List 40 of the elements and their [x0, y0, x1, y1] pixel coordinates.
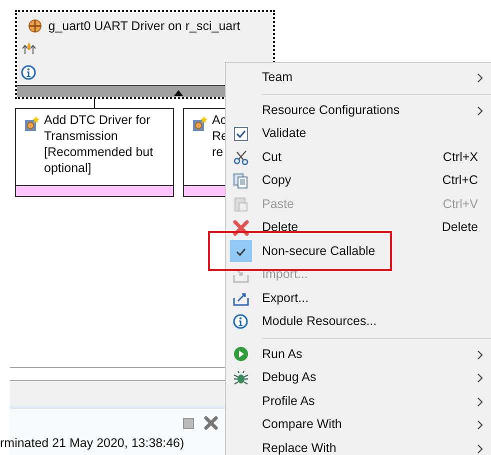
menu-item[interactable]: Validate: [226, 122, 491, 146]
menu-item[interactable]: Copy Ctrl+C: [226, 169, 491, 192]
delete-icon: [233, 220, 249, 236]
add-component-icon: [192, 116, 208, 132]
menu-item[interactable]: Module Resources...: [226, 310, 491, 334]
arrows-icon: [22, 40, 36, 55]
paste-icon: [233, 196, 249, 212]
close-icon: [204, 416, 218, 430]
checkmark-icon: [235, 246, 247, 257]
info-icon: [233, 314, 249, 330]
menu-item[interactable]: Export...: [226, 286, 491, 310]
info-icon: [21, 65, 36, 80]
module-title: g_uart0 UART Driver on r_sci_uart: [48, 18, 240, 35]
menu-item[interactable]: Delete Delete: [226, 216, 491, 240]
chevron-icon: [477, 396, 484, 406]
stop-icon: [183, 418, 194, 429]
menu-item[interactable]: Team: [226, 66, 491, 90]
console-status: rminated 21 May 2020, 13:38:46): [0, 435, 184, 452]
menu-item[interactable]: Cut Ctrl+X: [226, 146, 491, 169]
chevron-icon: [477, 444, 484, 454]
component-label: Add DTC Driver for Transmission [Recommended but optional]: [44, 112, 154, 176]
chevron-icon: [477, 373, 484, 383]
menu-item[interactable]: Compare With: [226, 413, 491, 436]
menu-item[interactable]: Non-secure Callable: [226, 240, 491, 263]
chevron-icon: [477, 420, 484, 430]
chevron-icon: [477, 106, 484, 116]
menu-item[interactable]: Profile As: [226, 390, 491, 413]
chevron-icon: [477, 73, 484, 83]
run-icon: [233, 346, 249, 362]
scissors-icon: [233, 149, 249, 166]
bug-icon: [233, 370, 249, 386]
add-component-icon: [24, 116, 40, 132]
menu-item[interactable]: Debug As: [226, 366, 491, 390]
collapse-arrow-icon: [174, 89, 183, 97]
menu-item[interactable]: Resource Configurations: [226, 98, 491, 122]
copy-icon: [233, 172, 249, 189]
menu-item[interactable]: Run As: [226, 342, 491, 366]
chevron-icon: [477, 350, 484, 360]
checkbox-icon: [233, 126, 249, 142]
menu-item[interactable]: Replace With: [226, 436, 491, 455]
